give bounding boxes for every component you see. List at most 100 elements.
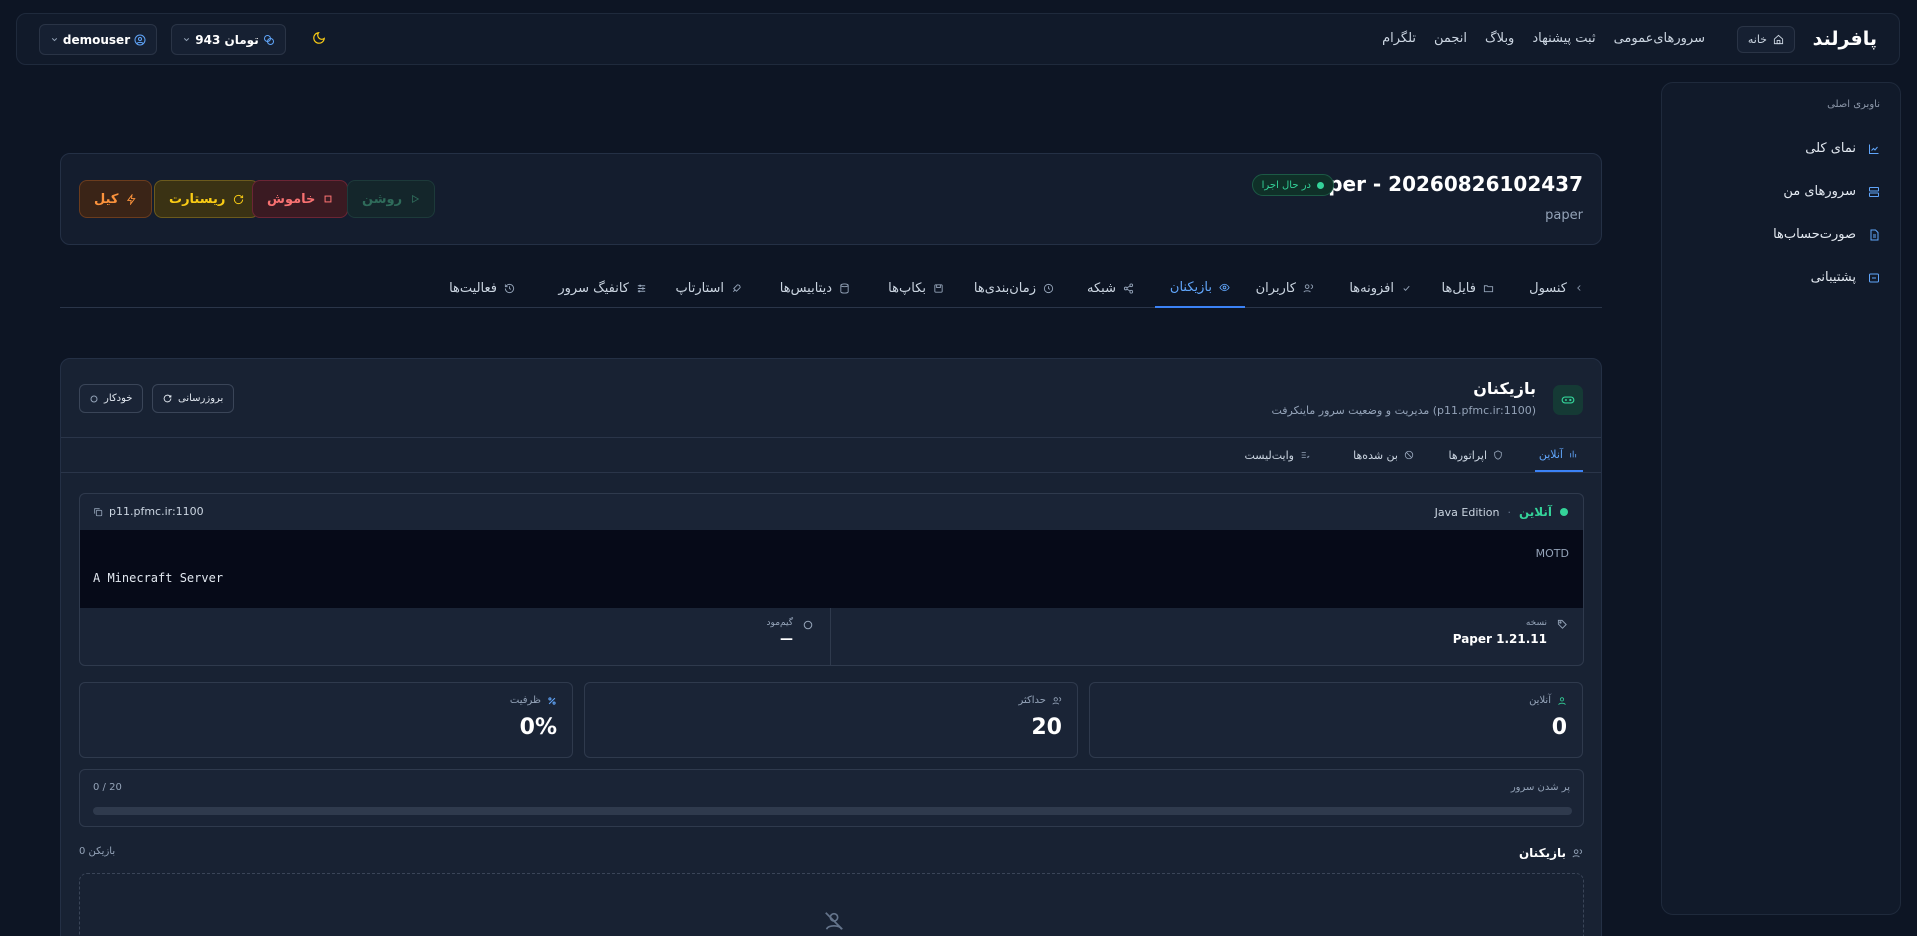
stat-card-online: آنلاین 0 [1089, 682, 1583, 758]
auto-refresh-toggle[interactable]: خودکار [79, 384, 144, 413]
home-button[interactable]: خانه [1736, 26, 1795, 53]
refresh-icon [233, 194, 244, 205]
restart-label: ریستارت [169, 191, 226, 207]
eye-icon [1219, 282, 1230, 293]
nav-link-blog[interactable]: وبلاگ [1485, 31, 1514, 46]
user-off-icon [823, 910, 845, 932]
gamepad-icon [1553, 385, 1583, 415]
subtab-label: آنلاین [1538, 447, 1563, 461]
sidebar-item-label: نمای کلی [1805, 141, 1856, 156]
subtab-operators[interactable]: اپراتورها [1449, 438, 1503, 472]
stat-header: آنلاین [1529, 695, 1567, 706]
tab-label: شبکه [1087, 280, 1116, 296]
stat-header: حداکثر [1018, 695, 1062, 706]
tab-server-config[interactable]: کانفیگ سرور [558, 268, 647, 308]
stat-card-max: حداکثر 20 [584, 682, 1078, 758]
user-menu-button[interactable]: demouser [39, 24, 157, 55]
coins-icon [263, 34, 275, 46]
shield-icon [1493, 450, 1503, 460]
copy-address-button[interactable]: p11.pfmc.ir:1100 [93, 505, 204, 518]
chevron-left-icon [1574, 283, 1584, 293]
sidebar-title: ناوبری اصلی [1827, 99, 1880, 110]
server-address: p11.pfmc.ir:1100 [109, 505, 204, 518]
nav-link-telegram[interactable]: تلگرام [1382, 31, 1416, 46]
nav-link-suggest[interactable]: ثبت پیشنهاد [1532, 31, 1595, 46]
kill-label: کیل [94, 191, 119, 207]
user-icon [134, 34, 146, 46]
tab-backups[interactable]: بکاپ‌ها [888, 268, 944, 308]
refresh-label: بروزرسانی [178, 393, 224, 404]
lightning-icon [126, 193, 137, 205]
subtab-whitelist[interactable]: وایت‌لیست [1244, 438, 1310, 472]
moon-icon[interactable] [312, 31, 326, 45]
refresh-icon [163, 394, 172, 403]
tab-startup[interactable]: استارتاپ [676, 268, 742, 308]
list-check-icon [1300, 450, 1310, 460]
tab-users[interactable]: کاربران [1256, 268, 1314, 308]
tab-network[interactable]: شبکه [1087, 268, 1134, 308]
home-icon [1773, 34, 1784, 45]
tab-label: کاربران [1255, 280, 1296, 296]
tab-console[interactable]: کنسول [1529, 268, 1584, 308]
gamemode-value: — [780, 632, 793, 647]
restart-button[interactable]: ریستارت [154, 180, 260, 218]
history-icon [504, 283, 515, 294]
version-icon [1557, 619, 1568, 630]
refresh-button[interactable]: بروزرسانی [152, 384, 235, 413]
kill-button[interactable]: کیل [79, 180, 153, 218]
fill-label: پر شدن سرور [1510, 782, 1570, 793]
sidebar-item-my-servers[interactable]: سرورهای من [1783, 184, 1880, 199]
status-text: در حال اجرا [1261, 179, 1311, 191]
gamemode-icon [803, 620, 813, 630]
subtab-online[interactable]: آنلاین [1534, 438, 1583, 472]
subtab-label: اپراتورها [1448, 448, 1487, 462]
players-panel: بازیکنان مدیریت و وضعیت سرور ماینکرفت (p… [60, 358, 1602, 936]
tab-label: استارتاپ [675, 280, 724, 296]
tab-databases[interactable]: دیتابیس‌ها [780, 268, 850, 308]
edition-text: Java Edition [1434, 505, 1500, 519]
sliders-icon [636, 283, 647, 294]
nav-link-public-servers[interactable]: سرورهای‌عمومی [1614, 31, 1705, 46]
panel-title: بازیکنان [1473, 379, 1536, 398]
server-fill-card: پر شدن سرور 0 / 20 [79, 769, 1584, 827]
stop-button[interactable]: خاموش [252, 180, 349, 218]
users-icon [1572, 848, 1583, 859]
balance-button[interactable]: 943 تومان [171, 24, 286, 55]
server-subtitle: paper [1545, 208, 1583, 223]
fill-progress-track [93, 807, 1572, 815]
tab-files[interactable]: فایل‌ها [1442, 268, 1494, 308]
chevron-down-icon [182, 35, 191, 44]
panel-subtitle: مدیریت و وضعیت سرور ماینکرفت (p11.pfmc.i… [1271, 404, 1536, 417]
sidebar-item-label: صورت‌حساب‌ها [1773, 227, 1856, 242]
brand-logo[interactable]: پافرلند [1813, 28, 1877, 50]
online-status-text: آنلاین [1518, 505, 1552, 519]
stat-label: ظرفیت [509, 695, 541, 706]
tab-label: فایل‌ها [1441, 280, 1476, 296]
top-links: سرورهای‌عمومی ثبت پیشنهاد وبلاگ انجمن تل… [1382, 31, 1705, 46]
users-icon [1052, 696, 1062, 706]
tab-activity[interactable]: فعالیت‌ها [449, 268, 515, 308]
separator-dot: · [1507, 505, 1511, 519]
players-count: 0 بازیکن [79, 846, 116, 857]
folder-icon [1483, 283, 1494, 294]
start-label: روشن [362, 191, 403, 207]
tab-plugins[interactable]: افزونه‌ها [1349, 268, 1412, 308]
server-info-card: Java Edition · آنلاین p11.pfmc.ir:1100 M… [79, 493, 1584, 666]
sidebar-item-invoices[interactable]: صورت‌حساب‌ها [1773, 227, 1880, 242]
copy-icon [93, 507, 103, 517]
players-list-header: بازیکنان [1519, 846, 1583, 860]
sidebar-item-overview[interactable]: نمای کلی [1805, 141, 1880, 156]
tab-players[interactable]: بازیکنان [1154, 268, 1245, 308]
players-list-title: بازیکنان [1518, 846, 1566, 860]
start-button[interactable]: روشن [347, 180, 436, 218]
nav-link-forum[interactable]: انجمن [1434, 31, 1467, 46]
page-title: paper - 20260826102437 [1300, 172, 1583, 196]
subtab-banned[interactable]: بن شده‌ها [1353, 438, 1414, 472]
tab-schedules[interactable]: زمان‌بندی‌ها [974, 268, 1054, 308]
chart-icon [1868, 143, 1880, 155]
divider [830, 608, 831, 665]
sidebar-item-support[interactable]: پشتیبانی [1811, 270, 1880, 285]
gamemode-label: گیم‌مود [766, 618, 793, 628]
motd-text: A Minecraft Server [93, 571, 224, 585]
top-navbar: پافرلند خانه سرورهای‌عمومی ثبت پیشنهاد و… [16, 13, 1900, 65]
